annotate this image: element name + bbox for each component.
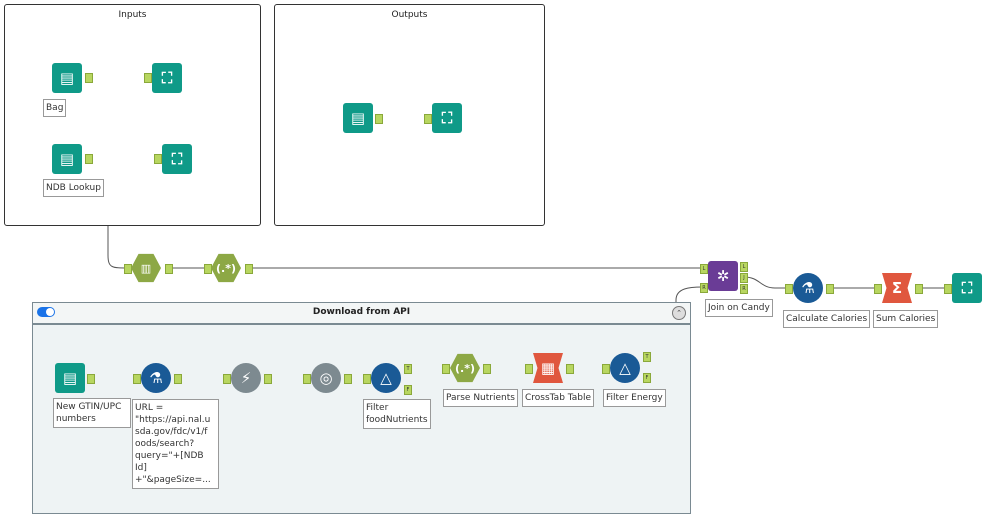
input-anchor[interactable] <box>133 374 141 384</box>
tool-label-parse-nutrients: Parse Nutrients <box>443 389 518 407</box>
tool-label-ndb-lookup: NDB Lookup <box>43 179 104 197</box>
text-input-icon[interactable]: ▤ <box>343 103 373 133</box>
container-header: Download from API ⌃ <box>33 303 690 325</box>
text-input-icon[interactable]: ▤ <box>55 363 85 393</box>
tool-label-sum: Sum Calories <box>873 310 939 328</box>
tool-label-bag: Bag <box>43 99 67 117</box>
tool-label-filter-food: Filter foodNutrients <box>363 399 431 429</box>
browse-icon[interactable]: ⛶ <box>152 63 182 93</box>
output-anchor[interactable] <box>483 364 491 374</box>
input-anchor[interactable] <box>785 284 793 294</box>
input-anchor[interactable] <box>424 114 432 124</box>
json-parse-icon[interactable]: ◎ <box>311 363 341 393</box>
output-anchor[interactable] <box>85 154 93 164</box>
browse-icon[interactable]: ⛶ <box>162 144 192 174</box>
join-left-input-anchor[interactable]: L <box>700 264 708 274</box>
browse-icon[interactable]: ⛶ <box>952 273 982 303</box>
input-anchor[interactable] <box>154 154 162 164</box>
output-anchor[interactable] <box>85 73 93 83</box>
false-anchor[interactable]: F <box>643 373 651 383</box>
input-anchor[interactable] <box>303 374 311 384</box>
true-anchor[interactable]: T <box>404 364 412 374</box>
tool-label-formula-url: URL = "https://api.nal.u sda.gov/fdc/v1/… <box>132 399 219 489</box>
output-anchor[interactable] <box>566 364 574 374</box>
input-anchor[interactable] <box>363 374 371 384</box>
text-input-icon[interactable]: ▤ <box>52 63 82 93</box>
output-anchor[interactable] <box>165 264 173 274</box>
join-output-anchor[interactable]: J <box>740 273 748 283</box>
input-anchor[interactable] <box>944 284 952 294</box>
tool-label-crosstab: CrossTab Table <box>522 389 595 407</box>
join-left-output-anchor[interactable]: L <box>740 262 748 272</box>
output-anchor[interactable] <box>87 374 95 384</box>
output-anchor[interactable] <box>915 284 923 294</box>
input-anchor[interactable] <box>874 284 882 294</box>
tool-label-new-gtin: New GTIN/UPC numbers <box>53 398 131 428</box>
summarize-icon[interactable]: Σ <box>882 273 912 303</box>
join-right-output-anchor[interactable]: R <box>740 284 748 294</box>
collapse-icon[interactable]: ⌃ <box>672 306 686 320</box>
input-anchor[interactable] <box>442 364 450 374</box>
join-right-input-anchor[interactable]: R <box>700 283 708 293</box>
container-title: Inputs <box>118 10 147 20</box>
tool-label-filter-energy: Filter Energy <box>603 389 666 407</box>
browse-icon[interactable]: ⛶ <box>432 103 462 133</box>
formula-icon[interactable]: ⚗ <box>141 363 171 393</box>
input-anchor[interactable] <box>525 364 533 374</box>
container-title: Download from API <box>312 307 411 317</box>
false-anchor[interactable]: F <box>404 385 412 395</box>
output-anchor[interactable] <box>826 284 834 294</box>
output-anchor[interactable] <box>264 374 272 384</box>
text-input-icon[interactable]: ▤ <box>52 144 82 174</box>
true-anchor[interactable]: T <box>643 352 651 362</box>
formula-icon[interactable]: ⚗ <box>793 273 823 303</box>
crosstab-icon[interactable]: ▦ <box>533 353 563 383</box>
output-anchor[interactable] <box>375 114 383 124</box>
container-title: Outputs <box>391 10 428 20</box>
tool-label-join: Join on Candy <box>705 299 773 317</box>
input-anchor[interactable] <box>124 264 132 274</box>
filter-icon[interactable]: △ <box>610 353 640 383</box>
tool-label-calculate: Calculate Calories <box>783 310 871 328</box>
output-anchor[interactable] <box>344 374 352 384</box>
input-anchor[interactable] <box>204 264 212 274</box>
output-anchor[interactable] <box>174 374 182 384</box>
input-anchor[interactable] <box>223 374 231 384</box>
input-anchor[interactable] <box>602 364 610 374</box>
input-anchor[interactable] <box>144 73 152 83</box>
download-icon[interactable]: ⚡ <box>231 363 261 393</box>
container-outputs[interactable]: Outputs <box>274 4 545 226</box>
output-anchor[interactable] <box>245 264 253 274</box>
filter-icon[interactable]: △ <box>371 363 401 393</box>
join-icon[interactable]: ✲ <box>708 261 738 291</box>
